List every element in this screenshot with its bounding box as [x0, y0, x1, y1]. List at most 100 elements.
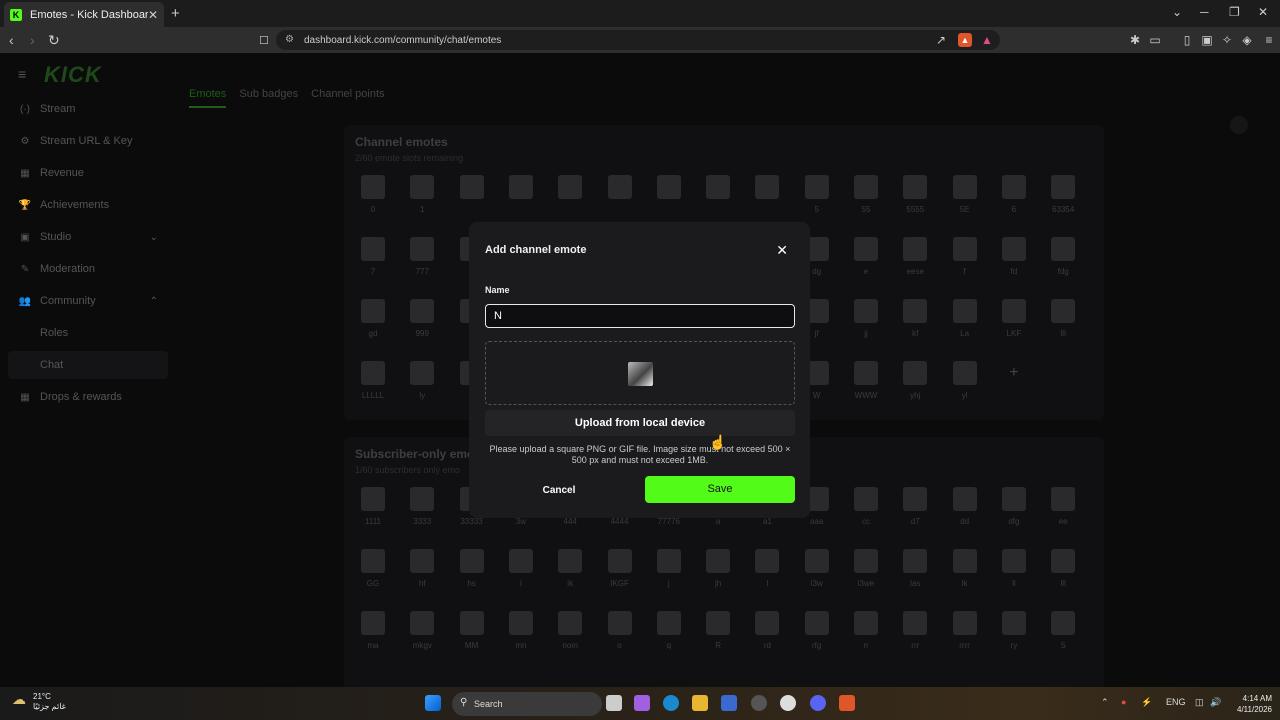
- sidebar-subitem-chat[interactable]: Chat: [40, 359, 63, 371]
- avatar[interactable]: [1230, 116, 1248, 134]
- emote-image[interactable]: [508, 175, 533, 199]
- sidebar-item-stream[interactable]: (·) Stream: [18, 96, 168, 122]
- forward-icon[interactable]: ›: [30, 32, 35, 48]
- emote-image[interactable]: [755, 611, 780, 635]
- sidebar-item-moderation[interactable]: ✎ Moderation: [18, 256, 168, 282]
- tab-search-icon[interactable]: ▭: [1148, 33, 1162, 47]
- emote-image[interactable]: [903, 299, 928, 323]
- add-emote-slot[interactable]: +: [1002, 361, 1026, 385]
- emote-image[interactable]: [854, 611, 878, 635]
- emote-image[interactable]: [952, 611, 977, 635]
- tab-emotes[interactable]: Emotes: [189, 88, 227, 108]
- leo-ai-icon[interactable]: ✧: [1220, 33, 1234, 47]
- emote-image[interactable]: [1001, 549, 1026, 573]
- emote-image[interactable]: [361, 361, 385, 385]
- emote-image[interactable]: [854, 487, 878, 511]
- emote-image[interactable]: [558, 175, 583, 199]
- emote-image[interactable]: [361, 611, 385, 635]
- emote-image[interactable]: [607, 549, 632, 573]
- emote-image[interactable]: [1051, 487, 1076, 511]
- save-button[interactable]: Save: [645, 476, 795, 503]
- emote-image[interactable]: [706, 611, 731, 635]
- tab-sub-badges[interactable]: Sub badges: [239, 88, 298, 100]
- tab-list-chevron-icon[interactable]: ⌄: [1172, 5, 1182, 19]
- emote-image[interactable]: [952, 237, 977, 261]
- settings-icon[interactable]: [780, 695, 796, 711]
- emote-image[interactable]: [804, 611, 829, 635]
- volume-icon[interactable]: 🔊: [1210, 697, 1221, 708]
- language-indicator[interactable]: ENG: [1166, 697, 1186, 707]
- emote-image[interactable]: [656, 549, 681, 573]
- emote-image[interactable]: [706, 175, 731, 199]
- emote-image[interactable]: [952, 549, 977, 573]
- sidebar-item-community[interactable]: 👥 Community ⌃: [18, 288, 168, 314]
- image-dropzone[interactable]: [485, 341, 795, 405]
- emote-name-input[interactable]: N: [485, 304, 795, 328]
- emote-image[interactable]: [558, 611, 583, 635]
- emote-image[interactable]: [508, 549, 533, 573]
- emote-image[interactable]: [903, 549, 928, 573]
- emote-image[interactable]: [656, 175, 681, 199]
- wifi-icon[interactable]: ◫: [1195, 697, 1204, 708]
- emote-image[interactable]: [952, 175, 977, 199]
- emote-image[interactable]: [459, 549, 484, 573]
- task-view-icon[interactable]: [606, 695, 622, 711]
- emote-image[interactable]: [361, 299, 385, 323]
- clock[interactable]: 4:14 AM 4/11/2026: [1228, 693, 1272, 715]
- tray-app-icon[interactable]: ●: [1121, 697, 1126, 707]
- emote-image[interactable]: [656, 611, 681, 635]
- emote-image[interactable]: [361, 237, 385, 261]
- tray-network-icon[interactable]: ⚡: [1141, 697, 1152, 708]
- emote-image[interactable]: [854, 175, 878, 199]
- sidebar-item-drops[interactable]: ▦ Drops & rewards: [18, 384, 168, 410]
- upload-button[interactable]: Upload from local device: [485, 410, 795, 436]
- emote-image[interactable]: [607, 175, 632, 199]
- emote-image[interactable]: [508, 611, 533, 635]
- emote-image[interactable]: [361, 175, 385, 199]
- minimize-icon[interactable]: ─: [1200, 5, 1209, 19]
- file-explorer-icon[interactable]: [692, 695, 708, 711]
- emote-image[interactable]: [410, 549, 435, 573]
- widgets-app-icon[interactable]: [634, 695, 650, 711]
- brave-rewards-icon[interactable]: ▲: [980, 33, 994, 47]
- emote-image[interactable]: [361, 549, 385, 573]
- vpn-icon[interactable]: ◈: [1240, 33, 1254, 47]
- sidebar-item-achievements[interactable]: 🏆 Achievements: [18, 192, 168, 218]
- emote-image[interactable]: [1001, 487, 1026, 511]
- emote-image[interactable]: [410, 487, 435, 511]
- emote-image[interactable]: [952, 361, 977, 385]
- brave-shields-icon[interactable]: ▲: [958, 33, 972, 47]
- emote-image[interactable]: [1051, 611, 1076, 635]
- emote-image[interactable]: [1001, 175, 1026, 199]
- emote-image[interactable]: [558, 549, 583, 573]
- bookmark-icon[interactable]: ☐: [259, 34, 269, 47]
- sidebar-subitem-roles[interactable]: Roles: [40, 327, 68, 339]
- cancel-button[interactable]: Cancel: [529, 481, 589, 501]
- taskbar-search[interactable]: ⚲ Search: [452, 692, 602, 716]
- emote-image[interactable]: [410, 611, 435, 635]
- emote-image[interactable]: [952, 487, 977, 511]
- sidebar-toggle-icon[interactable]: ▯: [1180, 33, 1194, 47]
- emote-image[interactable]: [854, 299, 878, 323]
- share-icon[interactable]: ↗: [934, 33, 948, 47]
- emote-image[interactable]: [854, 361, 878, 385]
- sidebar-item-studio[interactable]: ▣ Studio ⌄: [18, 224, 168, 250]
- emote-image[interactable]: [854, 237, 878, 261]
- emote-image[interactable]: [1051, 549, 1076, 573]
- emote-image[interactable]: [410, 237, 435, 261]
- windows-start-icon[interactable]: [425, 695, 441, 711]
- tray-chevron-icon[interactable]: ⌃: [1101, 697, 1109, 708]
- emote-image[interactable]: [410, 175, 435, 199]
- emote-image[interactable]: [1001, 611, 1026, 635]
- emote-image[interactable]: [706, 549, 731, 573]
- emote-image[interactable]: [903, 611, 928, 635]
- emote-image[interactable]: [755, 175, 780, 199]
- emote-image[interactable]: [1051, 237, 1076, 261]
- back-icon[interactable]: ‹: [9, 32, 14, 48]
- brave-browser-icon[interactable]: [839, 695, 855, 711]
- new-tab-icon[interactable]: +: [171, 5, 180, 22]
- weather-widget[interactable]: ☁ 21°C غائم جزئيًا: [12, 692, 66, 712]
- url-bar[interactable]: ⚙ dashboard.kick.com/community/chat/emot…: [276, 30, 1000, 50]
- emote-image[interactable]: [755, 549, 780, 573]
- emote-image[interactable]: [804, 175, 829, 199]
